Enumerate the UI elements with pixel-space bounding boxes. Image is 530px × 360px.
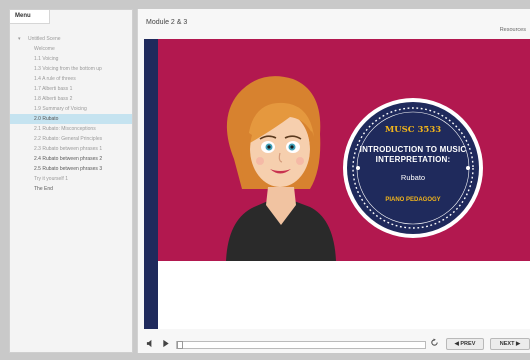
main-panel: Module 2 & 3 Resources MUSC 3533 INTRODU… [137, 9, 530, 353]
sidebar-menu-item[interactable]: 1.9 Summary of Voicing [10, 104, 132, 114]
menu-item-label: 1.9 Summary of Voicing [34, 106, 87, 112]
sidebar-menu-item[interactable]: The End [10, 184, 132, 194]
menu-item-label: Try it yourself 1 [34, 176, 68, 182]
sidebar-menu-item[interactable]: Try it yourself 1 [10, 174, 132, 184]
side-accent-bar [144, 39, 158, 329]
seek-bar[interactable] [176, 341, 426, 349]
menu-item-label: Welcome [34, 46, 55, 52]
menu-tab[interactable]: Menu [10, 10, 50, 24]
sidebar-menu: Menu ▾ Untitled Scene Welcome 1.1 Voicing 1.… [9, 9, 133, 353]
next-button[interactable]: NEXT ▶ [490, 338, 530, 350]
course-badge: MUSC 3533 Introduction to Music Interpre… [342, 97, 484, 239]
play-icon[interactable] [162, 339, 170, 350]
menu-list: ▾ Untitled Scene Welcome 1.1 Voicing 1.3 Voi… [10, 34, 132, 194]
menu-item-label: Untitled Scene [28, 36, 61, 42]
collapse-caret-icon[interactable]: ▾ [18, 34, 28, 44]
menu-item-label: 1.1 Voicing [34, 56, 59, 62]
sidebar-menu-item[interactable]: 2.4 Rubato between phrases 2 [10, 154, 132, 164]
module-title: Module 2 & 3 [146, 19, 188, 26]
menu-item-label: 2.1 Rubato: Misconceptions [34, 126, 96, 132]
slide-subtitle: Rubato [400, 173, 426, 182]
sidebar-menu-item[interactable]: 2.1 Rubato: Misconceptions [10, 124, 132, 134]
menu-item-label: 1.4 A rule of threes [34, 76, 76, 82]
seek-knob[interactable] [177, 341, 183, 349]
player-controls: ◀ PREV NEXT ▶ [138, 336, 530, 353]
menu-item-label: 2.3 Rubato between phrases 1 [34, 146, 103, 152]
sidebar-menu-item[interactable]: Welcome [10, 44, 132, 54]
menu-item-label: 2.4 Rubato between phrases 2 [34, 156, 103, 162]
slide-canvas: MUSC 3533 Introduction to Music Interpre… [158, 39, 530, 261]
replay-icon[interactable] [430, 338, 439, 349]
speaker-icon[interactable] [146, 339, 155, 350]
resources-link[interactable]: Resources [500, 27, 526, 33]
sidebar-menu-item[interactable]: 2.2 Rubato: General Principles [10, 134, 132, 144]
menu-item-label: 2.2 Rubato: General Principles [34, 136, 103, 142]
sidebar-menu-item[interactable]: 1.4 A rule of threes [10, 74, 132, 84]
slide-stage: MUSC 3533 Introduction to Music Interpre… [144, 39, 530, 329]
menu-scene-header[interactable]: ▾ Untitled Scene [10, 34, 132, 44]
sidebar-menu-item[interactable]: 2.5 Rubato between phrases 3 [10, 164, 132, 174]
program-label: PIANO PEDAGOGY [385, 197, 441, 203]
menu-item-label: 2.5 Rubato between phrases 3 [34, 166, 103, 172]
course-code: MUSC 3533 [384, 125, 442, 135]
prev-button[interactable]: ◀ PREV [446, 338, 484, 350]
menu-item-label: The End [34, 186, 53, 192]
slide-title: Introduction to Music Interpretation: [359, 145, 467, 164]
sidebar-menu-item[interactable]: 1.1 Voicing [10, 54, 132, 64]
sidebar-menu-item[interactable]: 1.7 Alberti bass 1 [10, 84, 132, 94]
menu-item-label: 1.7 Alberti bass 1 [34, 86, 73, 92]
sidebar-menu-item[interactable]: 2.0 Rubato [10, 114, 132, 124]
sidebar-menu-item[interactable]: 2.3 Rubato between phrases 1 [10, 144, 132, 154]
presenter-illustration [226, 76, 336, 261]
menu-item-label: 1.8 Alberti bass 2 [34, 96, 73, 102]
sidebar-menu-item[interactable]: 1.8 Alberti bass 2 [10, 94, 132, 104]
menu-item-label: 1.3 Voicing from the bottom up [34, 66, 102, 72]
sidebar-menu-item[interactable]: 1.3 Voicing from the bottom up [10, 64, 132, 74]
menu-item-label: 2.0 Rubato [34, 116, 59, 122]
